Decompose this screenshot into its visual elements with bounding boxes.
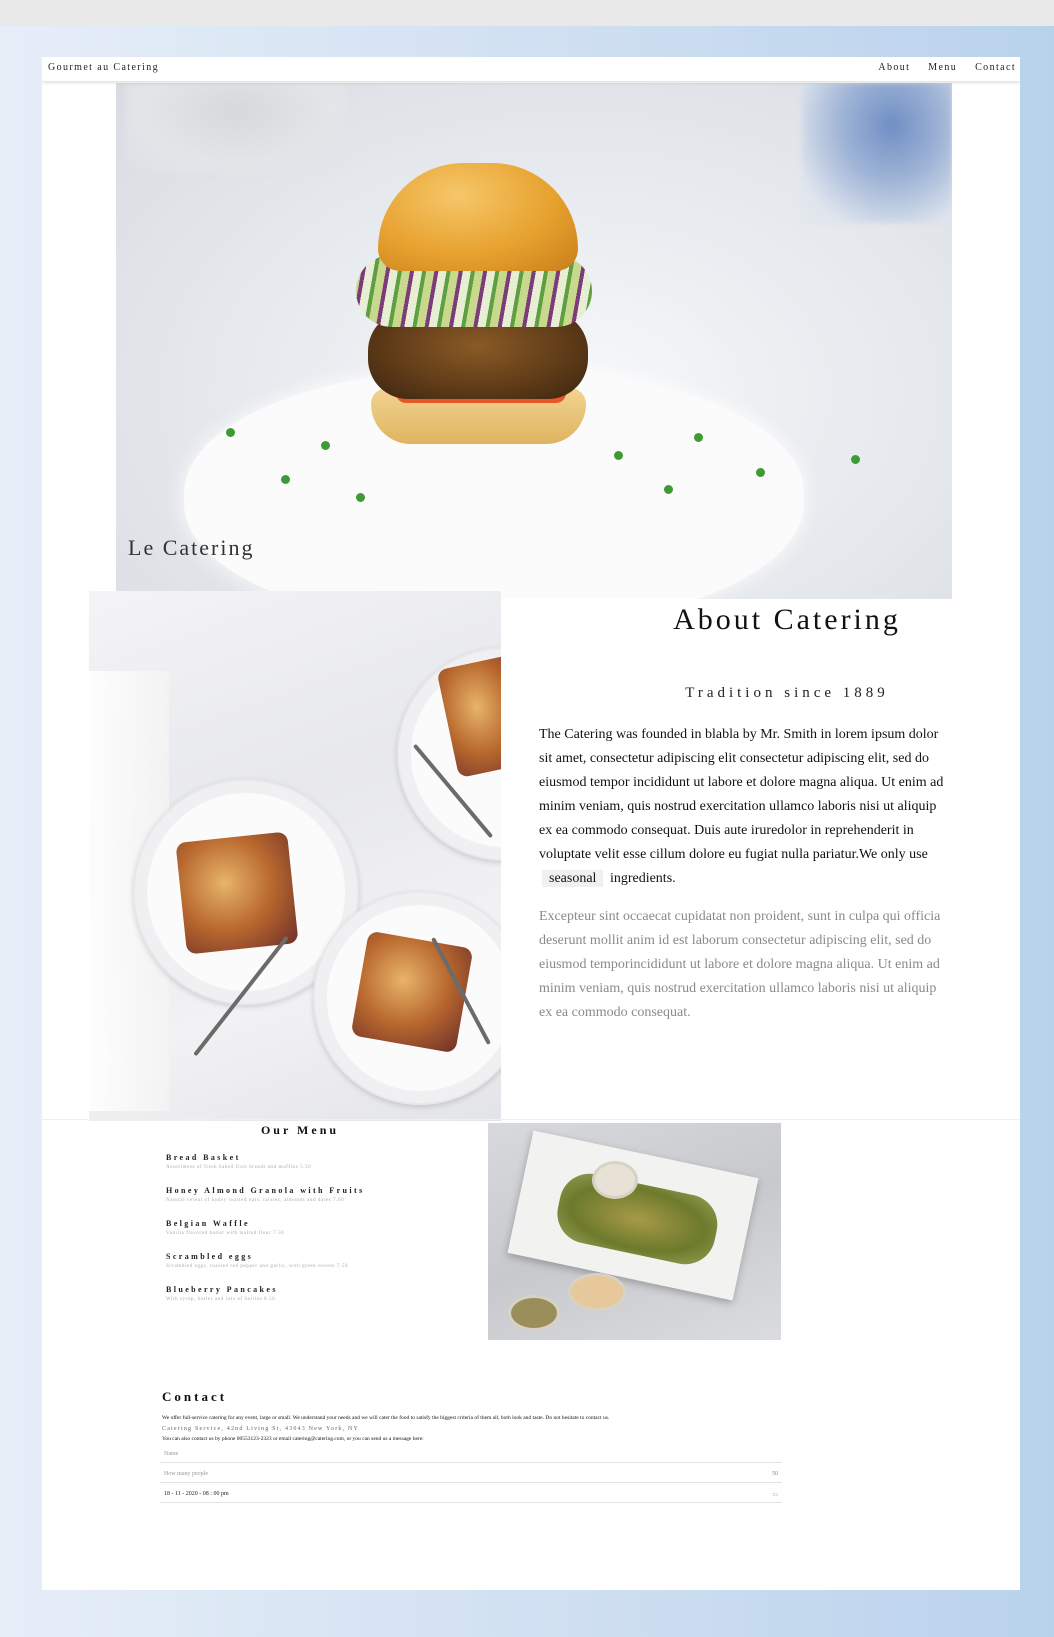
menu-item-desc: Assortment of fresh baked fruit breads a… xyxy=(166,1165,312,1170)
menu-item-name: Scrambled eggs xyxy=(166,1252,254,1261)
salt-bowl xyxy=(592,1161,638,1199)
burger-bun-top xyxy=(378,163,578,271)
contact-phone-line: You can also contact us by phone 0055312… xyxy=(162,1436,424,1442)
blurred-blue-bowl xyxy=(802,83,952,223)
nav-link-about[interactable]: About xyxy=(878,62,910,73)
about-paragraph-1-end: ingredients. xyxy=(609,871,676,886)
menu-image xyxy=(488,1123,781,1340)
about-subtitle: Tradition since 1889 xyxy=(685,685,889,701)
calendar-icon[interactable]: ▭ xyxy=(772,1491,778,1498)
herb-sprinkle xyxy=(694,433,703,442)
about-paragraph-1: The Catering was founded in blabla by Mr… xyxy=(539,723,951,891)
tart-slice xyxy=(350,930,474,1054)
herb-sprinkle xyxy=(226,428,235,437)
herb-sprinkle xyxy=(851,455,860,464)
name-placeholder: Name xyxy=(164,1451,179,1457)
hero-title: Le Catering xyxy=(128,535,255,560)
contact-section: Contact We offer full-service catering f… xyxy=(160,1367,782,1503)
contact-address: Catering Service, 42nd Living St, 43043 … xyxy=(162,1426,360,1432)
herb-sprinkle xyxy=(664,485,673,494)
people-suffix: 50 xyxy=(772,1471,778,1477)
nav-links: About Menu Contact xyxy=(864,62,1016,73)
brand-link[interactable]: Gourmet au Catering xyxy=(48,62,159,73)
menu-item: Honey Almond Granola with Fruits Natural… xyxy=(166,1186,436,1203)
about-image xyxy=(89,591,501,1121)
hero-image: Le Catering xyxy=(116,83,952,599)
menu-item-desc: Scrambled eggs, roasted red pepper and g… xyxy=(166,1264,349,1269)
nav-link-menu[interactable]: Menu xyxy=(928,62,957,73)
name-input[interactable]: Name xyxy=(160,1447,782,1463)
herb-sprinkle xyxy=(614,451,623,460)
herb-sprinkle xyxy=(281,475,290,484)
dip-bowl xyxy=(568,1273,626,1311)
menu-item-desc: Vanilla flavored batter with malted flou… xyxy=(166,1231,285,1236)
menu-item-name: Belgian Waffle xyxy=(166,1219,250,1228)
menu-title: Our Menu xyxy=(260,1123,340,1137)
about-title: About Catering xyxy=(673,603,901,636)
herb-sprinkle xyxy=(756,468,765,477)
datetime-input[interactable]: 18 - 11 - 2020 - 08 : 00 pm ▭ xyxy=(160,1487,782,1503)
menu-item-desc: Natural cereal of honey toasted oats, ra… xyxy=(166,1198,345,1203)
menu-item-name: Blueberry Pancakes xyxy=(166,1285,278,1294)
nav-link-contact[interactable]: Contact xyxy=(975,62,1016,73)
capers-bowl xyxy=(508,1295,560,1331)
navbar: Gourmet au Catering About Menu Contact xyxy=(42,57,1020,81)
people-placeholder: How many people xyxy=(164,1471,208,1477)
blurred-glass xyxy=(126,83,346,173)
section-divider xyxy=(42,1119,1020,1120)
menu-item: Belgian Waffle Vanilla flavored batter w… xyxy=(166,1219,436,1236)
contact-intro: We offer full-service catering for any e… xyxy=(162,1415,610,1421)
serving-tray xyxy=(507,1130,759,1301)
contact-title: Contact xyxy=(162,1389,228,1404)
menu-section: Our Menu Bread Basket Assortment of fres… xyxy=(160,1123,440,1318)
datetime-value: 18 - 11 - 2020 - 08 : 00 pm xyxy=(164,1491,229,1497)
menu-item-desc: With syrup, butter and lots of berries 8… xyxy=(166,1297,276,1302)
menu-item-name: Honey Almond Granola with Fruits xyxy=(166,1186,365,1195)
tart-slice xyxy=(175,831,299,955)
page: Gourmet au Catering About Menu Contact L… xyxy=(42,57,1020,1590)
menu-item: Blueberry Pancakes With syrup, butter an… xyxy=(166,1285,436,1302)
about-paragraph-2: Excepteur sint occaecat cupidatat non pr… xyxy=(539,909,941,1020)
menu-item: Bread Basket Assortment of fresh baked f… xyxy=(166,1153,436,1170)
menu-item-name: Bread Basket xyxy=(166,1153,241,1162)
herb-sprinkle xyxy=(356,493,365,502)
browser-top-strip xyxy=(0,0,1054,26)
seasonal-highlight: seasonal xyxy=(542,870,604,887)
herb-sprinkle xyxy=(321,441,330,450)
people-input[interactable]: How many people 50 xyxy=(160,1467,782,1483)
menu-item: Scrambled eggs Scrambled eggs, roasted r… xyxy=(166,1252,436,1269)
about-paragraph-1-text: The Catering was founded in blabla by Mr… xyxy=(539,727,944,862)
